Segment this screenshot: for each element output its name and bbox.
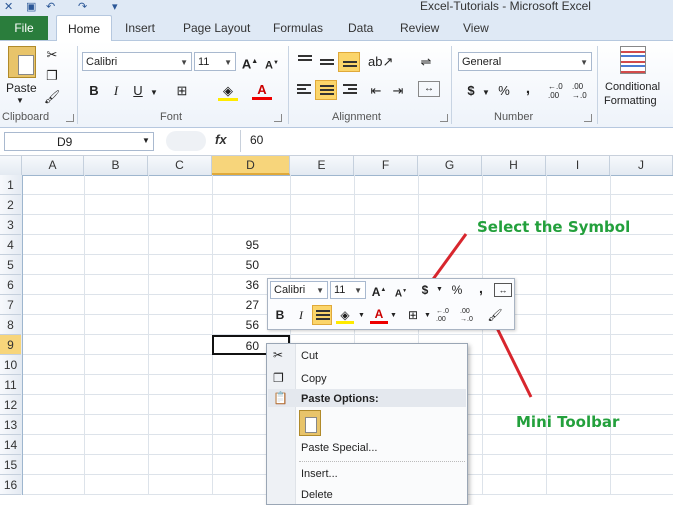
mini-bold-button[interactable]: B xyxy=(271,306,289,324)
mini-increase-decimal-icon[interactable]: ←.0.00 xyxy=(436,308,456,324)
mini-borders-icon[interactable]: ⊞ xyxy=(404,306,422,324)
copy-menu-icon: ❐ xyxy=(273,371,284,385)
cut-menu-icon: ✂ xyxy=(273,348,284,362)
mini-decrease-decimal-icon[interactable]: .00 →.0 xyxy=(460,308,480,324)
mini-size-combo[interactable]: 11 ▼ xyxy=(330,281,366,299)
mini-italic-button[interactable]: I xyxy=(292,306,310,324)
context-menu: ✂ Cut ❐ Copy 📋 Paste Options: Paste Spec… xyxy=(266,343,468,505)
mini-toolbar-arrow xyxy=(494,325,533,398)
paste-options-label: Paste Options: xyxy=(301,393,379,405)
mini-font-color-dropdown-icon[interactable]: ▼ xyxy=(390,312,397,319)
mini-toolbar: Calibri ▼ 11 ▼ A▲ A▼ $ ▼ % , ↔ B I ◈ ▼ A ▼… xyxy=(267,278,515,330)
mini-font-value: Calibri xyxy=(274,284,306,296)
mini-currency-dropdown-icon[interactable]: ▼ xyxy=(436,286,443,293)
mini-grow-font-icon[interactable]: A▲ xyxy=(370,281,388,299)
mini-fill-dropdown-icon[interactable]: ▼ xyxy=(358,312,365,319)
menu-item-insert[interactable]: Insert... xyxy=(301,468,338,480)
menu-separator xyxy=(299,461,465,462)
annotation-mini-toolbar: Mini Toolbar xyxy=(516,413,620,431)
mini-size-value: 11 xyxy=(334,284,346,296)
mini-comma-button[interactable]: , xyxy=(472,279,490,297)
mini-merge-icon[interactable]: ↔ xyxy=(494,283,512,297)
mini-currency-button[interactable]: $ xyxy=(416,281,434,299)
menu-item-copy[interactable]: Copy xyxy=(301,373,327,385)
mini-format-painter-icon[interactable]: 🖌 xyxy=(486,306,504,324)
paste-options-icon: 📋 xyxy=(273,391,288,405)
symbol-arrow xyxy=(429,233,468,283)
annotation-select-symbol: Select the Symbol xyxy=(477,218,631,236)
paste-option-button[interactable] xyxy=(299,410,321,436)
mini-fill-color-icon[interactable]: ◈ xyxy=(336,306,354,324)
mini-borders-dropdown-icon[interactable]: ▼ xyxy=(424,312,431,319)
mini-font-color-icon[interactable]: A xyxy=(370,305,388,324)
mini-percent-button[interactable]: % xyxy=(448,281,466,299)
mini-font-combo[interactable]: Calibri ▼ xyxy=(270,281,328,299)
menu-item-paste-special[interactable]: Paste Special... xyxy=(301,442,377,454)
mini-center-button[interactable] xyxy=(312,305,332,325)
menu-item-cut[interactable]: Cut xyxy=(301,350,318,362)
context-menu-gutter xyxy=(267,344,296,504)
menu-item-delete[interactable]: Delete xyxy=(301,489,333,501)
mini-shrink-font-icon[interactable]: A▼ xyxy=(392,282,410,300)
